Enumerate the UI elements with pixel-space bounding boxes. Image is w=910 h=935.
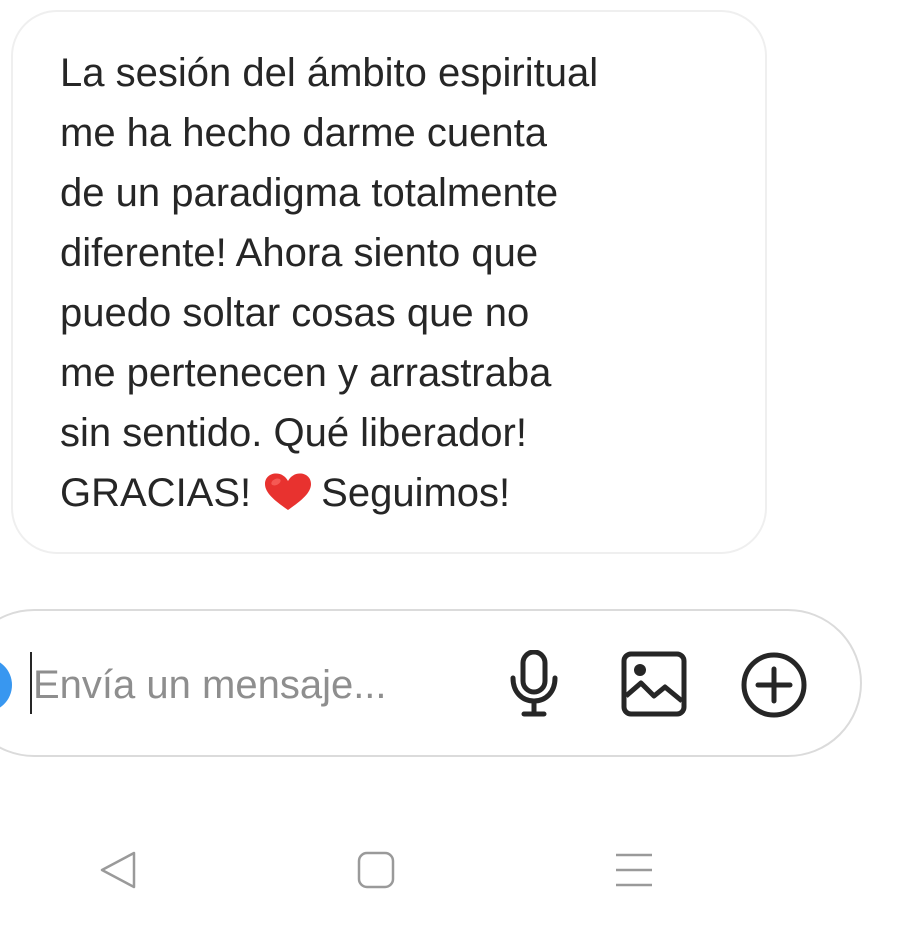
back-icon[interactable] (98, 850, 138, 890)
message-line-last: GRACIAS! Seguimos! (60, 469, 510, 517)
menu-icon[interactable] (614, 850, 654, 890)
gallery-icon[interactable] (621, 651, 687, 717)
message-line: de un paradigma totalmente (60, 171, 559, 215)
message-text-seguimos: Seguimos! (321, 471, 511, 515)
heart-emoji-icon (265, 473, 312, 510)
home-icon[interactable] (357, 851, 395, 889)
microphone-icon[interactable] (508, 650, 560, 718)
message-line: me pertenecen y arrastraba (60, 351, 552, 395)
message-line: puedo soltar cosas que no (60, 291, 530, 335)
message-input[interactable]: Envía un mensaje... (33, 660, 387, 710)
message-line: diferente! Ahora siento que (60, 231, 539, 275)
message-line: me ha hecho darme cuenta (60, 111, 547, 155)
message-text-gracias: GRACIAS! (60, 471, 252, 515)
message-line: La sesión del ámbito espiritual (60, 51, 599, 95)
message-line: sin sentido. Qué liberador! (60, 411, 527, 455)
plus-icon[interactable] (740, 651, 808, 719)
text-cursor (30, 652, 32, 714)
